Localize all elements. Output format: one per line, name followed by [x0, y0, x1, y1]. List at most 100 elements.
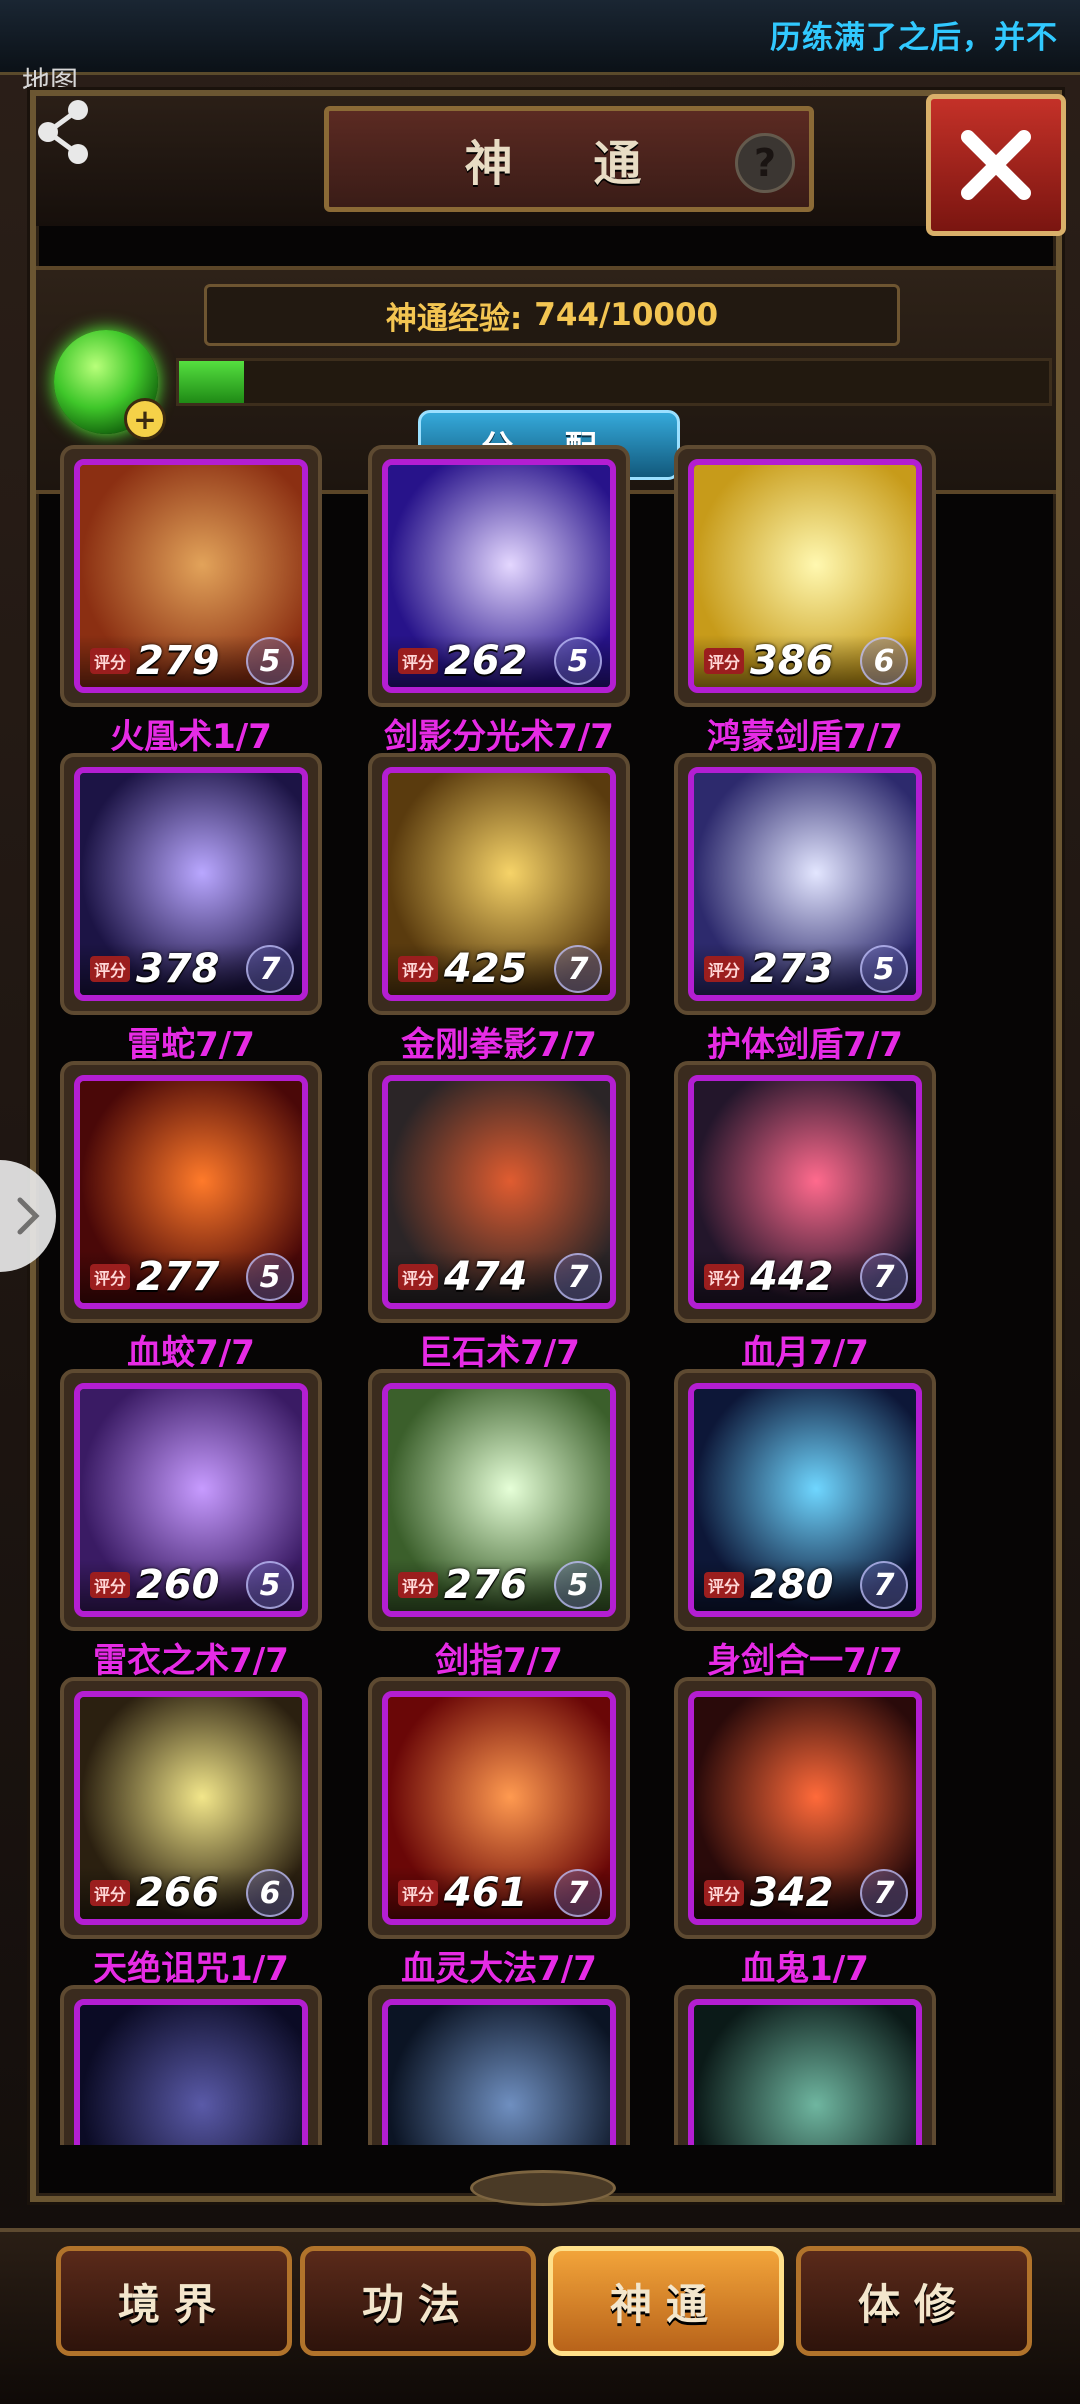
skill-name: 巨石术7/7: [418, 1333, 580, 1373]
skill-frame: 评分 279 5: [60, 445, 322, 707]
skill-score: 425: [444, 946, 528, 992]
skill-card[interactable]: 评分 276 5 剑指7/7: [368, 1369, 630, 1681]
skill-name: 火凰术1/7: [110, 717, 272, 757]
score-tag: 评分: [398, 648, 439, 674]
skill-icon: 评分 266 6: [74, 1691, 308, 1925]
skill-name: 血灵大法7/7: [401, 1949, 597, 1989]
score-tag: 评分: [90, 1880, 131, 1906]
skill-card[interactable]: 评分 266 6 天绝诅咒1/7: [60, 1677, 322, 1989]
skill-icon: 评分 260 5: [74, 1383, 308, 1617]
close-button[interactable]: [926, 94, 1066, 236]
exp-label: 神通经验: 744/10000: [204, 284, 900, 346]
panel-header: 神 通 ?: [36, 96, 1056, 226]
skill-icon: 评分 279 5: [74, 459, 308, 693]
chevron-right-icon: [17, 1197, 40, 1235]
score-tag: 评分: [398, 956, 439, 982]
skill-score: 273: [750, 946, 834, 992]
add-exp-icon[interactable]: +: [124, 398, 166, 440]
skill-card[interactable]: 评分 378 7 雷蛇7/7: [60, 753, 322, 1065]
skill-card[interactable]: [368, 1985, 630, 2145]
skill-score-bar: 评分 273 5: [694, 943, 916, 995]
score-tag: 评分: [704, 1572, 745, 1598]
skill-card[interactable]: 评分 279 5 火凰术1/7: [60, 445, 322, 757]
skill-score-bar: 评分 378 7: [80, 943, 302, 995]
skill-score-bar: 评分 276 5: [388, 1559, 610, 1611]
skill-card[interactable]: 评分 474 7 巨石术7/7: [368, 1061, 630, 1373]
skill-score: 386: [750, 638, 834, 684]
skill-frame: 评分 386 6: [674, 445, 936, 707]
skill-level-badge: 5: [554, 637, 602, 685]
share-icon[interactable]: [32, 96, 104, 168]
skill-name: 天绝诅咒1/7: [93, 1949, 289, 1989]
help-button[interactable]: ?: [735, 133, 795, 193]
skill-name: 雷衣之术7/7: [93, 1641, 289, 1681]
skill-frame: 评分 378 7: [60, 753, 322, 1015]
skill-icon: 评分 262 5: [382, 459, 616, 693]
skill-level-badge: 6: [860, 637, 908, 685]
skill-icon: 评分 276 5: [382, 1383, 616, 1617]
skill-score-bar: 评分 266 6: [80, 1867, 302, 1919]
score-tag: 评分: [90, 1572, 131, 1598]
skill-level-badge: 5: [246, 637, 294, 685]
tab-4[interactable]: 体修: [796, 2246, 1032, 2356]
tab-2[interactable]: 功法: [300, 2246, 536, 2356]
exp-progress-fill: [179, 361, 244, 403]
skill-level-badge: 5: [860, 945, 908, 993]
bottom-ornament: [470, 2170, 616, 2206]
skill-card[interactable]: 评分 277 5 血蛟7/7: [60, 1061, 322, 1373]
skill-card[interactable]: 评分 273 5 护体剑盾7/7: [674, 753, 936, 1065]
skill-name: 血鬼1/7: [741, 1949, 869, 1989]
score-tag: 评分: [90, 1264, 131, 1290]
skill-score: 279: [136, 638, 220, 684]
skill-level-badge: 7: [860, 1869, 908, 1917]
skill-card[interactable]: [60, 1985, 322, 2145]
skill-score: 277: [136, 1254, 220, 1300]
skill-score-bar: 评分 386 6: [694, 635, 916, 687]
skill-name: 剑指7/7: [435, 1641, 563, 1681]
skill-score: 260: [136, 1562, 220, 1608]
skill-score-bar: 评分 279 5: [80, 635, 302, 687]
skill-frame: 评分 277 5: [60, 1061, 322, 1323]
skill-card[interactable]: 评分 260 5 雷衣之术7/7: [60, 1369, 322, 1681]
skill-score-bar: 评分 262 5: [388, 635, 610, 687]
skill-name: 剑影分光术7/7: [384, 717, 614, 757]
skill-score-bar: 评分 442 7: [694, 1251, 916, 1303]
skill-card[interactable]: [674, 1985, 936, 2145]
skill-card[interactable]: 评分 461 7 血灵大法7/7: [368, 1677, 630, 1989]
skill-score: 262: [444, 638, 528, 684]
tab-1[interactable]: 境界: [56, 2246, 292, 2356]
skill-score-bar: 评分 461 7: [388, 1867, 610, 1919]
skill-frame: [674, 1985, 936, 2145]
skill-score-bar: 评分 474 7: [388, 1251, 610, 1303]
skill-card[interactable]: 评分 442 7 血月7/7: [674, 1061, 936, 1373]
score-tag: 评分: [704, 648, 745, 674]
skill-card[interactable]: 评分 425 7 金刚拳影7/7: [368, 753, 630, 1065]
skill-name: 金刚拳影7/7: [401, 1025, 597, 1065]
skill-level-badge: 5: [554, 1561, 602, 1609]
skill-frame: 评分 342 7: [674, 1677, 936, 1939]
skill-frame: 评分 442 7: [674, 1061, 936, 1323]
skill-card[interactable]: 评分 342 7 血鬼1/7: [674, 1677, 936, 1989]
skill-card[interactable]: 评分 262 5 剑影分光术7/7: [368, 445, 630, 757]
skill-score: 342: [750, 1870, 834, 1916]
skills-grid: 评分 279 5 火凰术1/7 评分 262 5 剑影分光术7/7 评分 386 6 鸿蒙剑盾7/7 评…: [60, 445, 980, 2145]
skill-score-bar: 评分 342 7: [694, 1867, 916, 1919]
bottom-tab-bar: 境界 功法 神通 体修: [0, 2228, 1080, 2404]
marquee-banner: 历练满了之后，并不: [0, 0, 1080, 75]
skill-level-badge: 5: [246, 1253, 294, 1301]
skill-frame: 评分 262 5: [368, 445, 630, 707]
tab-3[interactable]: 神通: [548, 2246, 784, 2356]
score-tag: 评分: [398, 1572, 439, 1598]
skill-icon: 评分 273 5: [688, 767, 922, 1001]
skill-card[interactable]: 评分 280 7 身剑合一7/7: [674, 1369, 936, 1681]
skill-icon: 评分 342 7: [688, 1691, 922, 1925]
exp-value: 744/10000: [534, 297, 719, 333]
skill-icon: 评分 386 6: [688, 459, 922, 693]
skill-name: 血蛟7/7: [127, 1333, 255, 1373]
skill-card[interactable]: 评分 386 6 鸿蒙剑盾7/7: [674, 445, 936, 757]
skill-frame: 评分 260 5: [60, 1369, 322, 1631]
skill-name: 护体剑盾7/7: [707, 1025, 903, 1065]
skill-art: [80, 2005, 302, 2145]
score-tag: 评分: [704, 1880, 745, 1906]
skill-score-bar: 评分 280 7: [694, 1559, 916, 1611]
